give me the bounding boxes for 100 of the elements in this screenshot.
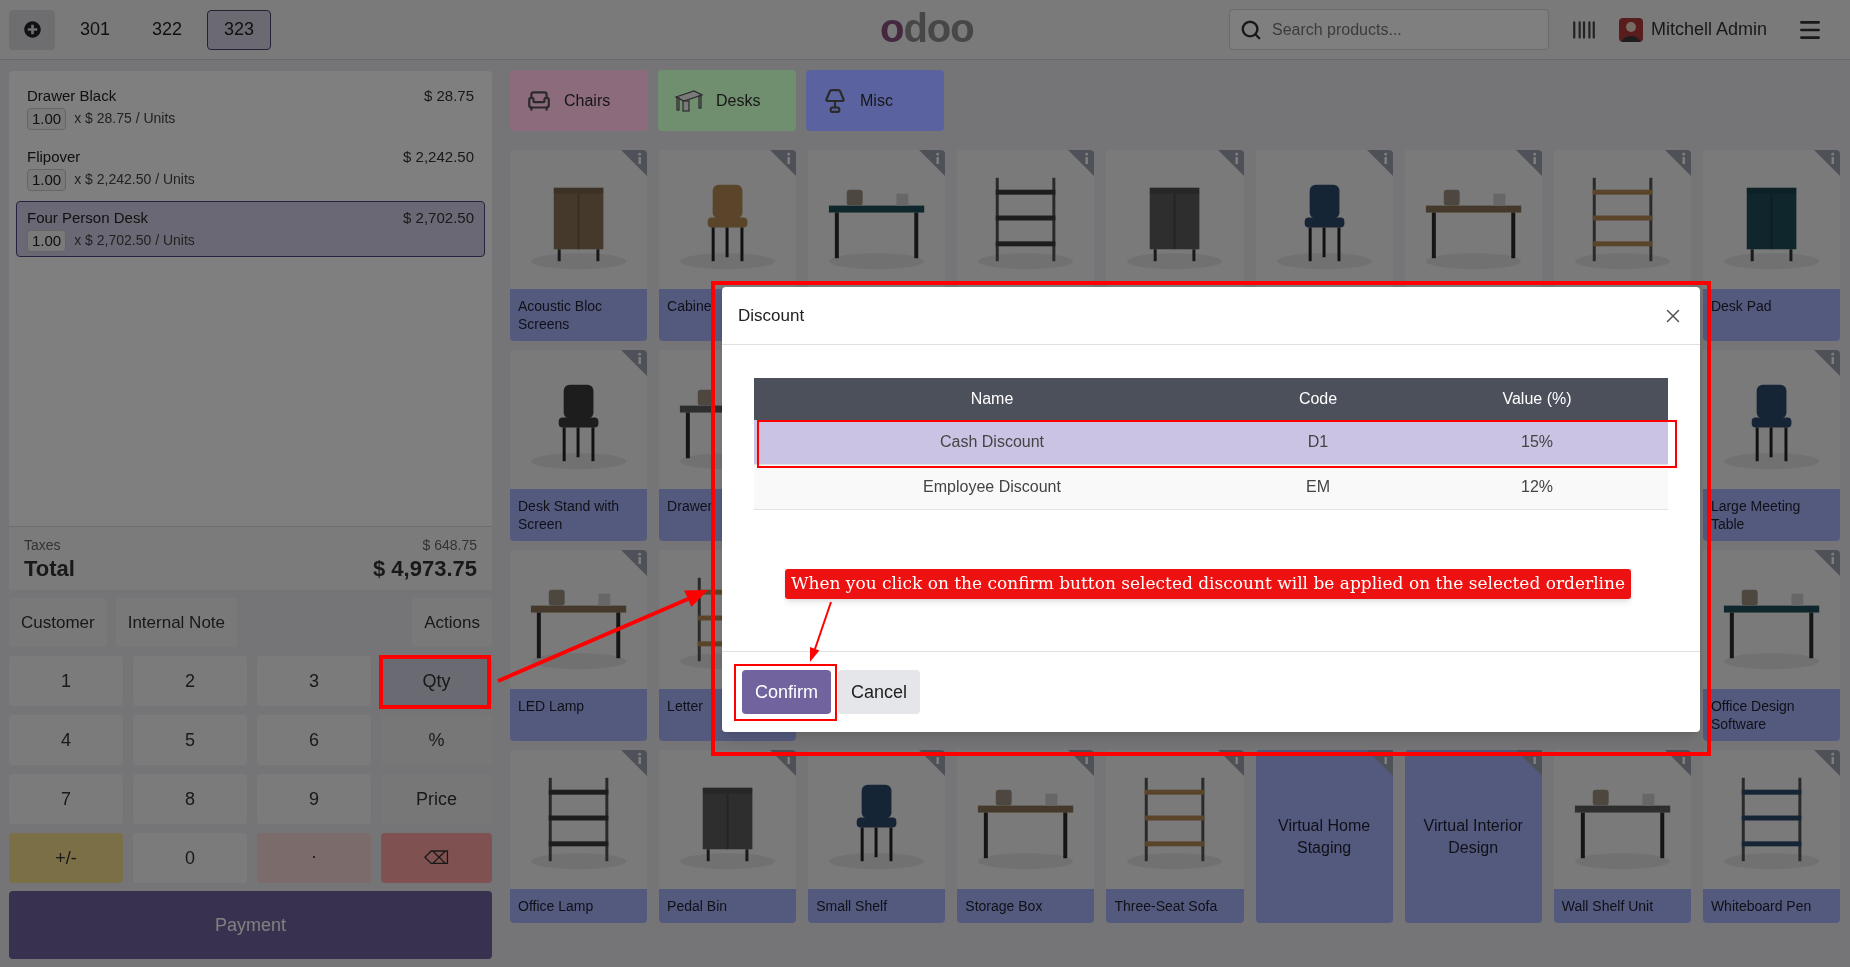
info-icon[interactable]	[919, 150, 946, 176]
info-icon[interactable]	[1814, 150, 1840, 176]
product-name: Desk Stand with Screen	[518, 497, 621, 533]
info-icon[interactable]	[770, 150, 797, 176]
product-card[interactable]: Large Meeting Table	[1702, 350, 1840, 541]
numpad-key[interactable]: 2	[133, 656, 247, 706]
info-icon[interactable]	[621, 550, 648, 576]
product-name: Three-Seat Sofa	[1114, 897, 1219, 915]
numpad-key[interactable]: 4	[9, 715, 123, 765]
info-icon[interactable]	[770, 750, 797, 776]
plus-icon	[23, 21, 41, 38]
numpad-key[interactable]: 5	[133, 715, 247, 765]
product-card[interactable]: Acoustic Bloc Screens	[510, 150, 648, 341]
payment-button[interactable]: Payment	[9, 891, 492, 959]
product-name: Acoustic Bloc Screens	[518, 297, 604, 333]
numpad-key[interactable]: +/-	[9, 833, 123, 883]
quantity: 1.00	[27, 229, 67, 252]
confirm-button[interactable]: Confirm	[742, 670, 831, 714]
product-card[interactable]: Office Design Software	[1702, 550, 1840, 741]
numpad-key[interactable]: 3	[257, 656, 371, 706]
product-card[interactable]: Small Shelf	[808, 750, 946, 923]
control-button[interactable]: Internal Note	[115, 598, 238, 647]
info-icon[interactable]	[1515, 150, 1542, 176]
product-card[interactable]: Storage Box	[957, 750, 1095, 923]
product-name: Wall Shelf Unit	[1561, 897, 1655, 915]
line-price: $ 2,242.50	[403, 147, 474, 167]
info-icon[interactable]	[1366, 750, 1393, 776]
product-card[interactable]: Desk Pad	[1702, 150, 1840, 341]
cancel-button[interactable]: Cancel	[838, 670, 921, 714]
control-button[interactable]: Customer	[9, 598, 107, 647]
numpad-key[interactable]: 8	[133, 774, 247, 824]
category-button[interactable]: Chairs	[510, 70, 648, 131]
column-header: Name	[969, 389, 1015, 409]
control-button[interactable]: Actions	[412, 598, 492, 647]
product-name: Drawer Black	[27, 86, 117, 106]
table-cell-text: D1	[1306, 432, 1330, 452]
product-name: Office Lamp	[518, 897, 595, 915]
product-name: Four Person Desk	[27, 208, 148, 228]
product-name: Whiteboard Pen	[1710, 897, 1813, 915]
discount-row[interactable]: Employee Discount EM 12%	[754, 465, 1668, 510]
line-price: $ 28.75	[423, 86, 474, 106]
product-card[interactable]: Three-Seat Sofa	[1106, 750, 1244, 923]
numpad-key[interactable]: 1	[9, 656, 123, 706]
product-card[interactable]: Pedal Bin	[659, 750, 797, 923]
table-cell-text: 15%	[1520, 432, 1554, 452]
info-icon[interactable]	[1814, 350, 1840, 376]
order-tab[interactable]: 323	[207, 9, 271, 50]
order-line[interactable]: Drawer Black $ 28.75 1.00 x $ 28.75 / Units	[16, 79, 485, 135]
info-icon[interactable]	[1664, 750, 1691, 776]
category-button[interactable]: Misc	[806, 70, 944, 131]
logo: odoo	[880, 7, 974, 52]
product-card[interactable]: Virtual Home Staging	[1255, 750, 1393, 923]
product-name: Storage Box	[965, 897, 1044, 915]
unit-price: x $ 28.75 / Units	[74, 109, 176, 128]
info-icon[interactable]	[1068, 750, 1095, 776]
quantity: 1.00	[27, 107, 67, 130]
product-card[interactable]: Desk Stand with Screen	[510, 350, 648, 541]
user-name[interactable]: Mitchell Admin	[1650, 16, 1767, 43]
search-input[interactable]: Search products...	[1271, 17, 1538, 42]
numpad-key[interactable]: 7	[9, 774, 123, 824]
unit-price: x $ 2,702.50 / Units	[74, 231, 195, 250]
info-icon[interactable]	[1068, 150, 1095, 176]
info-icon[interactable]	[919, 750, 946, 776]
product-card[interactable]: Virtual Interior Design	[1404, 750, 1542, 923]
column-header: Value (%)	[1501, 389, 1573, 409]
avatar-icon[interactable]	[1618, 17, 1643, 42]
product-card[interactable]: Office Lamp	[510, 750, 648, 923]
search-field[interactable]: Search products...	[1228, 9, 1549, 50]
product-name: Desk Pad	[1710, 297, 1773, 315]
category-button[interactable]: Desks	[658, 70, 796, 131]
product-card[interactable]: LED Lamp	[510, 550, 648, 741]
total-label: Total	[24, 556, 75, 582]
info-icon[interactable]	[1814, 550, 1840, 576]
info-icon[interactable]	[1217, 750, 1244, 776]
numpad-key[interactable]: 6	[257, 715, 371, 765]
product-name: LED Lamp	[518, 697, 586, 715]
product-card[interactable]: Whiteboard Pen	[1702, 750, 1840, 923]
order-tab[interactable]: 301	[63, 9, 127, 50]
numpad-key[interactable]: .	[257, 833, 371, 883]
numpad-key[interactable]: ⌫	[381, 833, 492, 883]
info-icon[interactable]	[1217, 150, 1244, 176]
info-icon[interactable]	[621, 150, 648, 176]
discount-row[interactable]: Cash Discount D1 15%	[754, 420, 1668, 465]
order-line[interactable]: Flipover $ 2,242.50 1.00 x $ 2,242.50 / Units	[16, 140, 485, 196]
quantity: 1.00	[27, 168, 67, 191]
order-tab[interactable]: 322	[135, 9, 199, 50]
new-order-button[interactable]	[9, 9, 55, 50]
info-icon[interactable]	[1664, 150, 1691, 176]
desk-icon	[674, 87, 704, 114]
info-icon[interactable]	[621, 350, 648, 376]
unit-price: x $ 2,242.50 / Units	[74, 170, 195, 189]
product-card[interactable]: Wall Shelf Unit	[1553, 750, 1691, 923]
info-icon[interactable]	[1814, 750, 1840, 776]
numpad-key[interactable]: 0	[133, 833, 247, 883]
info-icon[interactable]	[1366, 150, 1393, 176]
info-icon[interactable]	[621, 750, 648, 776]
numpad-key[interactable]: 9	[257, 774, 371, 824]
table-cell-text: Employee Discount	[922, 477, 1062, 497]
product-name: Large Meeting Table	[1710, 497, 1802, 533]
info-icon[interactable]	[1515, 750, 1542, 776]
